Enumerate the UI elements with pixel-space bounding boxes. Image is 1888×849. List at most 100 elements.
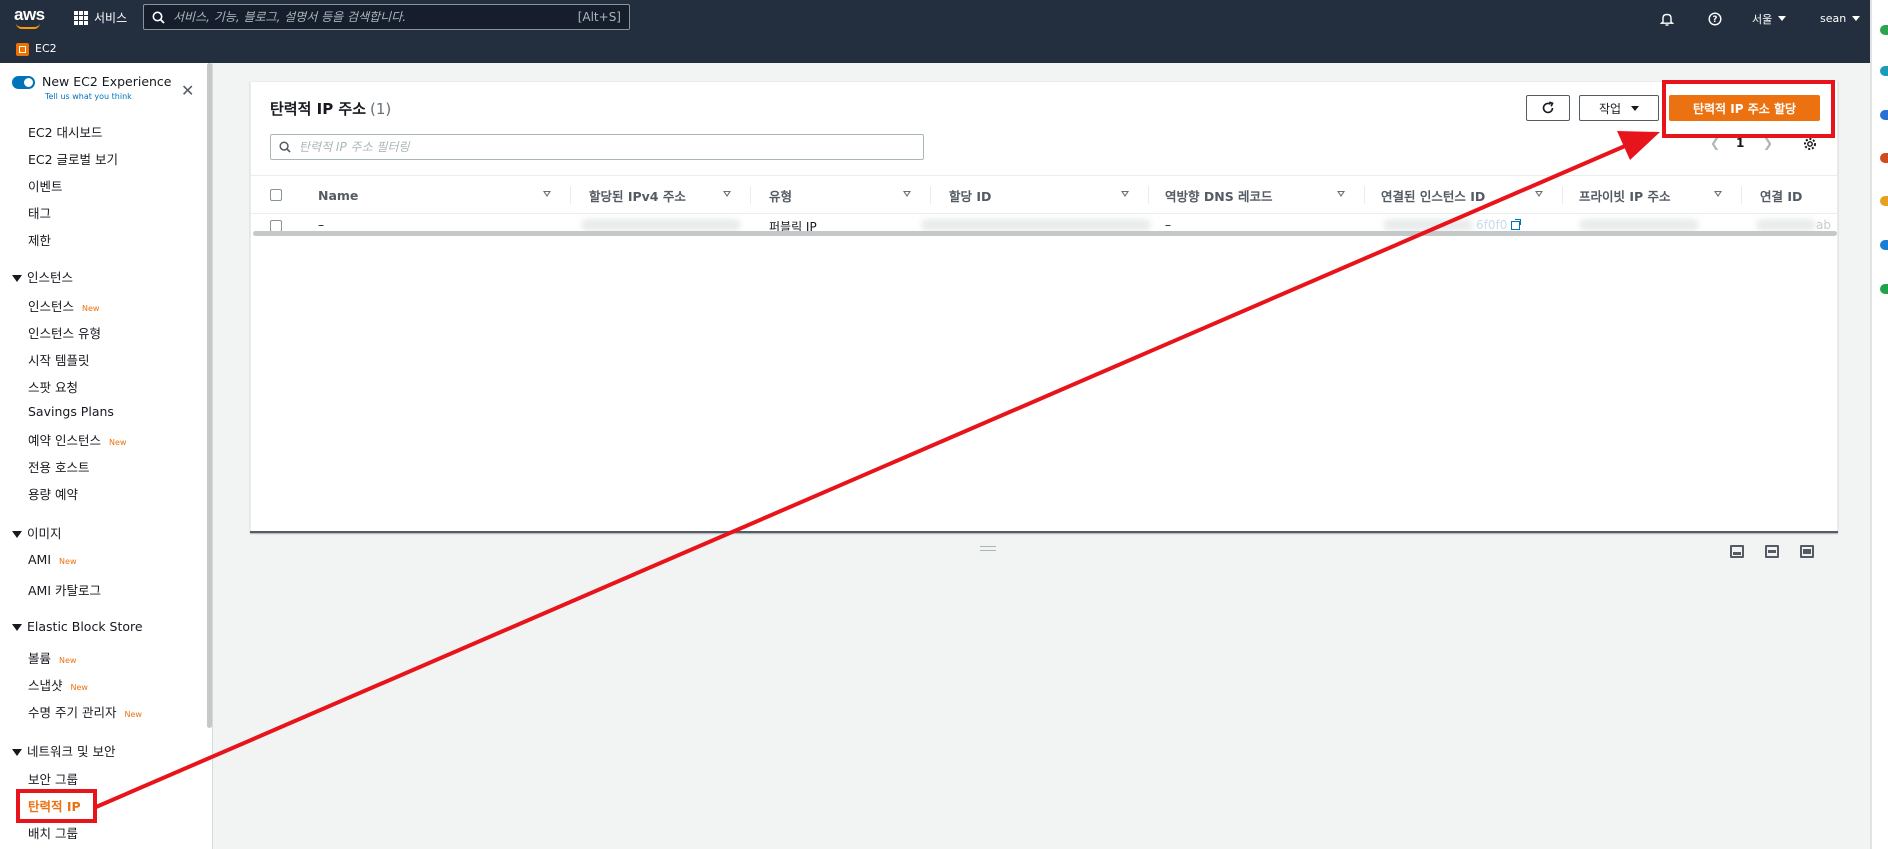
- sidebar-item-launch-templates[interactable]: 시작 템플릿: [28, 350, 89, 369]
- sidebar-item-savings-plans[interactable]: Savings Plans: [28, 404, 114, 419]
- column-allocation-id[interactable]: 할당 ID: [949, 176, 991, 214]
- column-allocated-ipv4[interactable]: 할당된 IPv4 주소: [589, 176, 686, 214]
- sidebar-item-reserved-instances[interactable]: 예약 인스턴스 New: [28, 430, 126, 449]
- account-menu[interactable]: sean: [1820, 0, 1861, 37]
- column-divider[interactable]: [750, 186, 751, 204]
- cell-name: –: [318, 218, 324, 232]
- side-panel-strip: [1872, 0, 1888, 849]
- title-text: 탄력적 IP 주소: [270, 100, 367, 118]
- caret-down-icon: [12, 275, 22, 282]
- split-off-icon[interactable]: [1800, 545, 1814, 558]
- app-icon[interactable]: [1880, 25, 1888, 35]
- sidebar-item-tags[interactable]: 태그: [28, 203, 51, 222]
- column-divider[interactable]: [1741, 186, 1742, 204]
- split-side-icon[interactable]: [1765, 545, 1779, 558]
- column-instance-id[interactable]: 연결된 인스턴스 ID: [1381, 176, 1485, 214]
- column-type[interactable]: 유형: [769, 176, 792, 214]
- caret-down-icon: [12, 749, 22, 756]
- item-label: 인스턴스: [28, 299, 75, 314]
- column-divider[interactable]: [930, 186, 931, 204]
- sidebar-item-ami-catalog[interactable]: AMI 카탈로그: [28, 580, 101, 599]
- sidebar-section-network-security[interactable]: 네트워크 및 보안: [12, 741, 115, 760]
- app-icon[interactable]: [1880, 196, 1888, 206]
- region-selector[interactable]: 서울: [1752, 0, 1787, 37]
- sort-icon[interactable]: [543, 191, 551, 197]
- feedback-link[interactable]: Tell us what you think: [45, 92, 132, 101]
- sidebar-item-elastic-ips[interactable]: 탄력적 IP: [28, 796, 81, 815]
- sort-icon[interactable]: [903, 191, 911, 197]
- column-divider[interactable]: [1562, 186, 1563, 204]
- aws-logo-smile: [16, 23, 40, 29]
- split-divider[interactable]: [250, 531, 1838, 533]
- filter-box[interactable]: [270, 134, 924, 160]
- filter-input[interactable]: [299, 140, 915, 154]
- sidebar-section-images[interactable]: 이미지: [12, 523, 62, 542]
- sort-icon[interactable]: [1121, 191, 1129, 197]
- sidebar-scrollbar[interactable]: [207, 63, 212, 728]
- new-experience-toggle[interactable]: [12, 76, 35, 89]
- sidebar-item-lifecycle-manager[interactable]: 수명 주기 관리자 New: [28, 702, 142, 721]
- select-all-checkbox[interactable]: [270, 189, 282, 201]
- sidebar-item-volumes[interactable]: 볼륨 New: [28, 648, 76, 667]
- global-search-input[interactable]: [173, 10, 578, 24]
- global-search[interactable]: [Alt+S]: [143, 4, 630, 30]
- help-button[interactable]: ?: [1708, 0, 1722, 37]
- sort-icon[interactable]: [723, 191, 731, 197]
- sidebar-section-instances[interactable]: 인스턴스: [12, 267, 73, 286]
- column-divider[interactable]: [1364, 186, 1365, 204]
- instance-id-link[interactable]: 6f0f0: [1476, 218, 1522, 232]
- sidebar-item-ec2-dashboard[interactable]: EC2 대시보드: [28, 122, 103, 141]
- sidebar-item-snapshots[interactable]: 스냅샷 New: [28, 675, 88, 694]
- top-nav: aws 서비스 [Alt+S] ? 서울 sean: [0, 0, 1888, 37]
- redacted-instance-id: [1383, 219, 1473, 231]
- sidebar-item-limits[interactable]: 제한: [28, 230, 51, 249]
- column-name[interactable]: Name: [318, 176, 358, 214]
- sidebar-section-ebs[interactable]: Elastic Block Store: [12, 619, 143, 634]
- app-icon[interactable]: [1880, 66, 1888, 76]
- sidebar-item-spot-requests[interactable]: 스팟 요청: [28, 377, 78, 396]
- services-menu[interactable]: 서비스: [74, 9, 127, 26]
- sidebar-item-instances[interactable]: 인스턴스 New: [28, 296, 99, 315]
- new-badge: New: [108, 438, 127, 447]
- split-bottom-icon[interactable]: [1730, 545, 1744, 558]
- table-horizontal-scrollbar[interactable]: [253, 231, 1837, 236]
- refresh-button[interactable]: [1526, 95, 1570, 121]
- column-divider[interactable]: [1148, 186, 1149, 204]
- sidebar-item-placement-groups[interactable]: 배치 그룹: [28, 823, 78, 842]
- column-private-ip[interactable]: 프라이빗 IP 주소: [1579, 176, 1671, 214]
- page-number[interactable]: 1: [1736, 136, 1744, 150]
- column-reverse-dns[interactable]: 역방향 DNS 레코드: [1165, 176, 1273, 214]
- section-title: 이미지: [27, 526, 62, 541]
- allocate-elastic-ip-button[interactable]: 탄력적 IP 주소 할당: [1669, 95, 1820, 121]
- external-link-icon[interactable]: [1511, 219, 1522, 230]
- column-association-id[interactable]: 연결 ID: [1760, 176, 1802, 214]
- sidebar-item-dedicated-hosts[interactable]: 전용 호스트: [28, 457, 89, 476]
- item-label: 예약 인스턴스: [28, 433, 101, 448]
- app-icon[interactable]: [1880, 110, 1888, 120]
- aws-logo[interactable]: aws: [14, 5, 45, 25]
- sidebar-item-instance-types[interactable]: 인스턴스 유형: [28, 323, 101, 342]
- sidebar-item-capacity-reservations[interactable]: 용량 예약: [28, 484, 78, 503]
- app-icon[interactable]: [1880, 153, 1888, 163]
- close-icon[interactable]: ✕: [181, 83, 194, 99]
- sort-icon[interactable]: [1337, 191, 1345, 197]
- sidebar-item-ami[interactable]: AMI New: [28, 552, 76, 567]
- next-page-icon[interactable]: ❯: [1763, 136, 1773, 150]
- column-divider[interactable]: [570, 186, 571, 204]
- new-badge: New: [59, 656, 77, 665]
- bell-icon: [1660, 13, 1674, 26]
- split-drag-handle[interactable]: [980, 546, 996, 551]
- service-name[interactable]: EC2: [35, 42, 57, 55]
- sidebar-item-ec2-global-view[interactable]: EC2 글로벌 보기: [28, 149, 118, 168]
- sort-icon[interactable]: [1714, 191, 1722, 197]
- sidebar-item-events[interactable]: 이벤트: [28, 176, 63, 195]
- ec2-service-icon: [16, 43, 29, 56]
- sort-icon[interactable]: [1535, 191, 1543, 197]
- app-icon[interactable]: [1880, 284, 1888, 294]
- app-icon[interactable]: [1880, 240, 1888, 250]
- notifications-button[interactable]: [1660, 0, 1674, 37]
- prev-page-icon[interactable]: ❮: [1710, 136, 1720, 150]
- sidebar-item-security-groups[interactable]: 보안 그룹: [28, 769, 78, 788]
- preferences-button[interactable]: [1803, 137, 1817, 154]
- actions-button[interactable]: 작업: [1579, 95, 1659, 121]
